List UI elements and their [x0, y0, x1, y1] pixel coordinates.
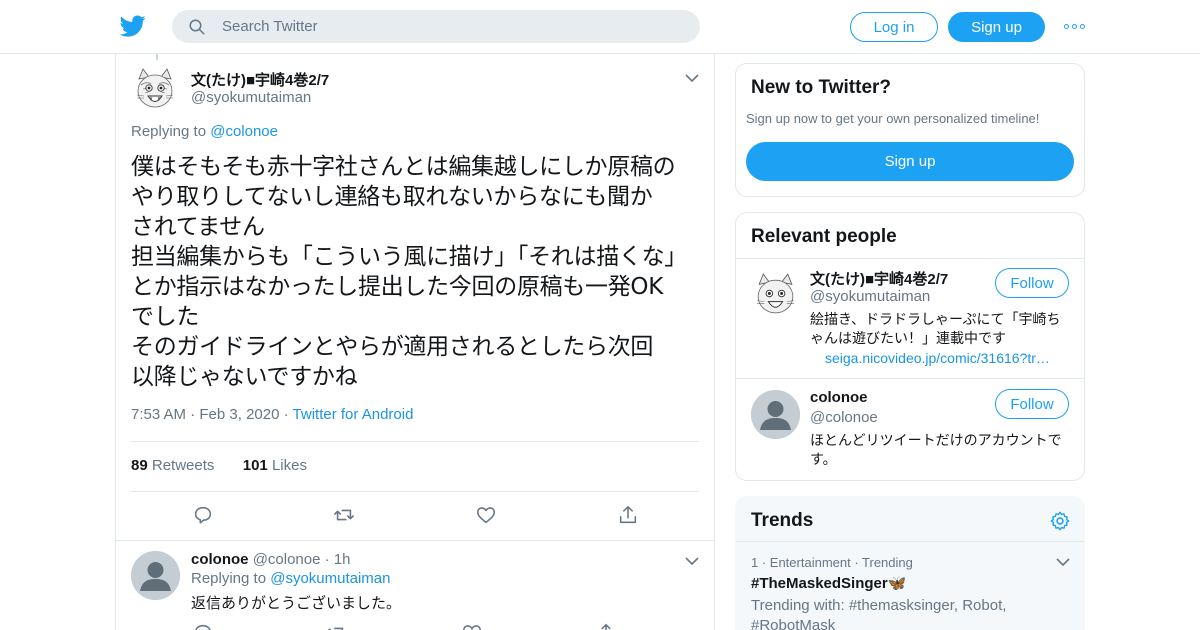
tweet-stats: 89 Retweets 101 Likes: [131, 457, 307, 474]
tweet-text: 僕はそもそも赤十字社さんとは編集越しにしか原稿の やり取りしてないし連絡も取れな…: [131, 154, 688, 390]
follow-button[interactable]: Follow: [995, 389, 1069, 419]
tweet-meta: 7:53 AM · Feb 3, 2020 · Twitter for Andr…: [131, 406, 414, 423]
share-icon[interactable]: [617, 504, 639, 526]
reply-time[interactable]: 1h: [334, 551, 351, 568]
signup-button[interactable]: Sign up: [948, 12, 1045, 42]
trends-card: Trends 1 · Entertainment · Trending #The…: [735, 496, 1085, 630]
search-icon: [189, 19, 205, 34]
heart-icon[interactable]: [475, 504, 497, 526]
trends-header: Trends: [736, 497, 1084, 542]
tweet-source[interactable]: Twitter for Android: [293, 406, 414, 423]
cat-avatar-image: [751, 270, 800, 319]
reply-icon[interactable]: [192, 622, 214, 630]
person-bio: 絵描き、ドラドラしゃーぷにて「宇崎ちゃんは遊びたい！」連載中です: [810, 312, 1061, 347]
reply-icon[interactable]: [192, 504, 214, 526]
person-handle[interactable]: @syokumutaiman: [810, 288, 930, 305]
more-dots-icon[interactable]: [1064, 20, 1086, 32]
author-handle[interactable]: @syokumutaiman: [191, 89, 311, 106]
heart-icon[interactable]: [461, 622, 483, 630]
author-avatar[interactable]: [131, 65, 179, 113]
reply-author-handle[interactable]: @colonoe: [253, 551, 321, 568]
person-bio: ほとんどリツイートだけのアカウントです。: [810, 433, 1062, 468]
person-link[interactable]: seiga.nicovideo.jp/comic/31616?tr…: [825, 350, 1071, 366]
trend-meta: 1 · Entertainment · Trending: [751, 555, 913, 570]
trends-title: Trends: [751, 510, 814, 531]
retweet-icon[interactable]: [333, 504, 355, 526]
cat-avatar-image: [131, 65, 179, 113]
chevron-down-icon[interactable]: [1056, 557, 1070, 567]
replying-to: Replying to @colonoe: [131, 123, 278, 140]
twitter-bird-icon[interactable]: [120, 13, 146, 39]
new-to-twitter-title: New to Twitter?: [751, 77, 892, 98]
thread-line: [156, 54, 158, 60]
trend-name[interactable]: #TheMaskedSinger🦋: [751, 574, 906, 592]
reply-avatar[interactable]: [131, 551, 180, 600]
trend-with: Trending with: #themasksinger, Robot, #R…: [751, 597, 1007, 630]
retweet-icon[interactable]: [325, 622, 347, 630]
tweet-column: 文(たけ)■宇崎4巻2/7 @syokumutaiman Replying to…: [115, 54, 715, 630]
author-name[interactable]: 文(たけ)■宇崎4巻2/7: [191, 69, 329, 90]
gear-icon[interactable]: [1049, 510, 1071, 532]
retweets-stat[interactable]: 89 Retweets: [131, 457, 214, 474]
tweet-time[interactable]: 7:53 AM: [131, 406, 186, 423]
default-avatar-image: [751, 390, 800, 439]
likes-stat[interactable]: 101 Likes: [243, 457, 307, 474]
tweet-separator: [116, 540, 714, 541]
reply-replying-to: Replying to @syokumutaiman: [191, 570, 391, 587]
person-avatar[interactable]: [751, 390, 800, 439]
reply-author-name[interactable]: colonoe: [191, 551, 249, 568]
replying-to-link[interactable]: @syokumutaiman: [270, 570, 390, 587]
follow-button[interactable]: Follow: [995, 268, 1069, 298]
divider: [131, 491, 699, 492]
replying-prefix: Replying to: [191, 570, 267, 587]
person-handle[interactable]: @colonoe: [810, 409, 878, 426]
person-name[interactable]: colonoe: [810, 389, 868, 406]
search-box[interactable]: [172, 10, 700, 43]
tweet-date[interactable]: Feb 3, 2020: [199, 406, 279, 423]
divider: [736, 378, 1084, 379]
search-input[interactable]: [222, 18, 662, 35]
sidebar-signup-button[interactable]: Sign up: [746, 142, 1074, 181]
new-to-twitter-subtitle: Sign up now to get your own personalized…: [746, 111, 1040, 126]
reply-actions: [116, 622, 714, 630]
replying-prefix: Replying to: [131, 123, 207, 140]
share-icon[interactable]: [595, 622, 617, 630]
person-name[interactable]: 文(たけ)■宇崎4巻2/7: [810, 268, 948, 289]
tweet-actions: [116, 504, 714, 528]
reply-header: colonoe @colonoe · 1h: [191, 551, 351, 568]
chevron-down-icon[interactable]: [685, 73, 699, 83]
new-to-twitter-card: New to Twitter? Sign up now to get your …: [735, 63, 1085, 197]
relevant-people-title: Relevant people: [751, 226, 897, 247]
relevant-people-card: Relevant people 文(たけ)■宇崎4巻2/7 @syokumuta…: [735, 212, 1085, 481]
chevron-down-icon[interactable]: [685, 556, 699, 566]
person-avatar[interactable]: [751, 270, 800, 319]
default-avatar-image: [131, 551, 180, 600]
top-bar: Log in Sign up: [0, 0, 1200, 54]
replying-to-link[interactable]: @colonoe: [210, 123, 278, 140]
divider: [736, 258, 1084, 259]
reply-text: 返信ありがとうございました。: [191, 594, 402, 612]
divider: [131, 441, 699, 442]
login-button[interactable]: Log in: [850, 12, 938, 42]
